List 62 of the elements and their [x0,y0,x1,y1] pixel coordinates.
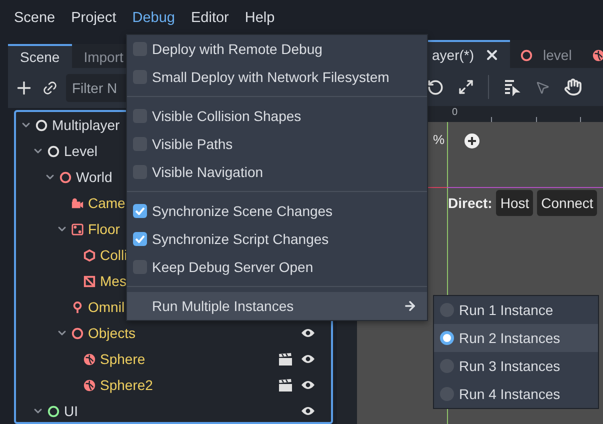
connection-button[interactable]: Connect [537,190,598,216]
dock-tab[interactable]: Scene [8,44,72,68]
node-name[interactable]: Mes [100,273,126,289]
node-name[interactable]: Colli [100,247,128,263]
editor-tab[interactable]: level [510,40,582,68]
menu-title[interactable]: Project [63,10,124,26]
list-cursor-icon[interactable] [503,78,521,96]
expand-icon[interactable] [458,79,474,95]
menu-title[interactable]: Debug [124,10,183,26]
circle-icon [71,326,84,340]
film-clapper-icon[interactable] [278,352,293,366]
sphere-icon [83,352,96,366]
eye-icon[interactable] [301,406,315,416]
menu-title[interactable]: Help [236,10,283,26]
node-name[interactable]: World [76,169,112,185]
film-clapper-icon[interactable] [278,378,293,392]
node-name[interactable]: Sphere2 [100,377,153,393]
menu-item[interactable]: Run 1 Instance [434,296,598,324]
mesh-icon [83,274,96,288]
arrow-icon [403,299,417,313]
hand-icon[interactable] [564,78,582,96]
node-name[interactable]: Level [64,143,98,159]
menu-item[interactable]: Run 3 Instances [434,352,598,380]
tab-label: ayer(*) [432,47,474,63]
eye-icon[interactable] [301,328,315,338]
circle-icon [520,48,534,62]
radio-button[interactable] [440,331,454,345]
hexagon-icon [83,248,96,262]
menu-item[interactable]: Run 4 Instances [434,380,598,408]
checkbox[interactable] [133,204,147,218]
node-name[interactable]: Came [88,195,126,211]
eye-icon[interactable] [301,354,315,364]
tab-label: level [543,47,572,63]
eye-icon[interactable] [301,380,315,390]
connection-button[interactable]: Host [496,190,534,216]
link-icon[interactable] [42,80,58,96]
circle-icon [59,170,72,184]
camera-icon [71,196,84,210]
circle-icon [47,144,60,158]
node-name[interactable]: UI [64,403,78,419]
dotted-square-icon [71,222,84,236]
node-name[interactable]: Objects [88,325,136,341]
menu-title[interactable]: Scene [6,10,64,26]
cursor-icon[interactable] [535,80,550,94]
circle-icon [47,404,60,418]
add-icon[interactable] [464,133,480,149]
rotate-icon[interactable] [427,78,444,96]
sphere-icon [83,378,96,392]
node-name[interactable]: Omnil [88,299,125,315]
node-name[interactable]: Sphere [100,351,146,367]
menu-title[interactable]: Editor [183,10,237,26]
node-name[interactable]: Floor [88,221,120,237]
circle-icon [35,118,48,132]
checkbox[interactable] [133,232,147,246]
bulb-icon [71,300,84,314]
direct-label: Direct: [448,195,492,211]
node-name[interactable]: Multiplayer [52,117,120,133]
zoom-label: % [433,132,445,147]
menu-item[interactable]: Run 2 Instances [434,324,598,352]
submenu-item[interactable]: Run Multiple Instances [127,292,427,320]
ruler-label: 0 [452,107,458,118]
sphere-icon [592,48,603,62]
